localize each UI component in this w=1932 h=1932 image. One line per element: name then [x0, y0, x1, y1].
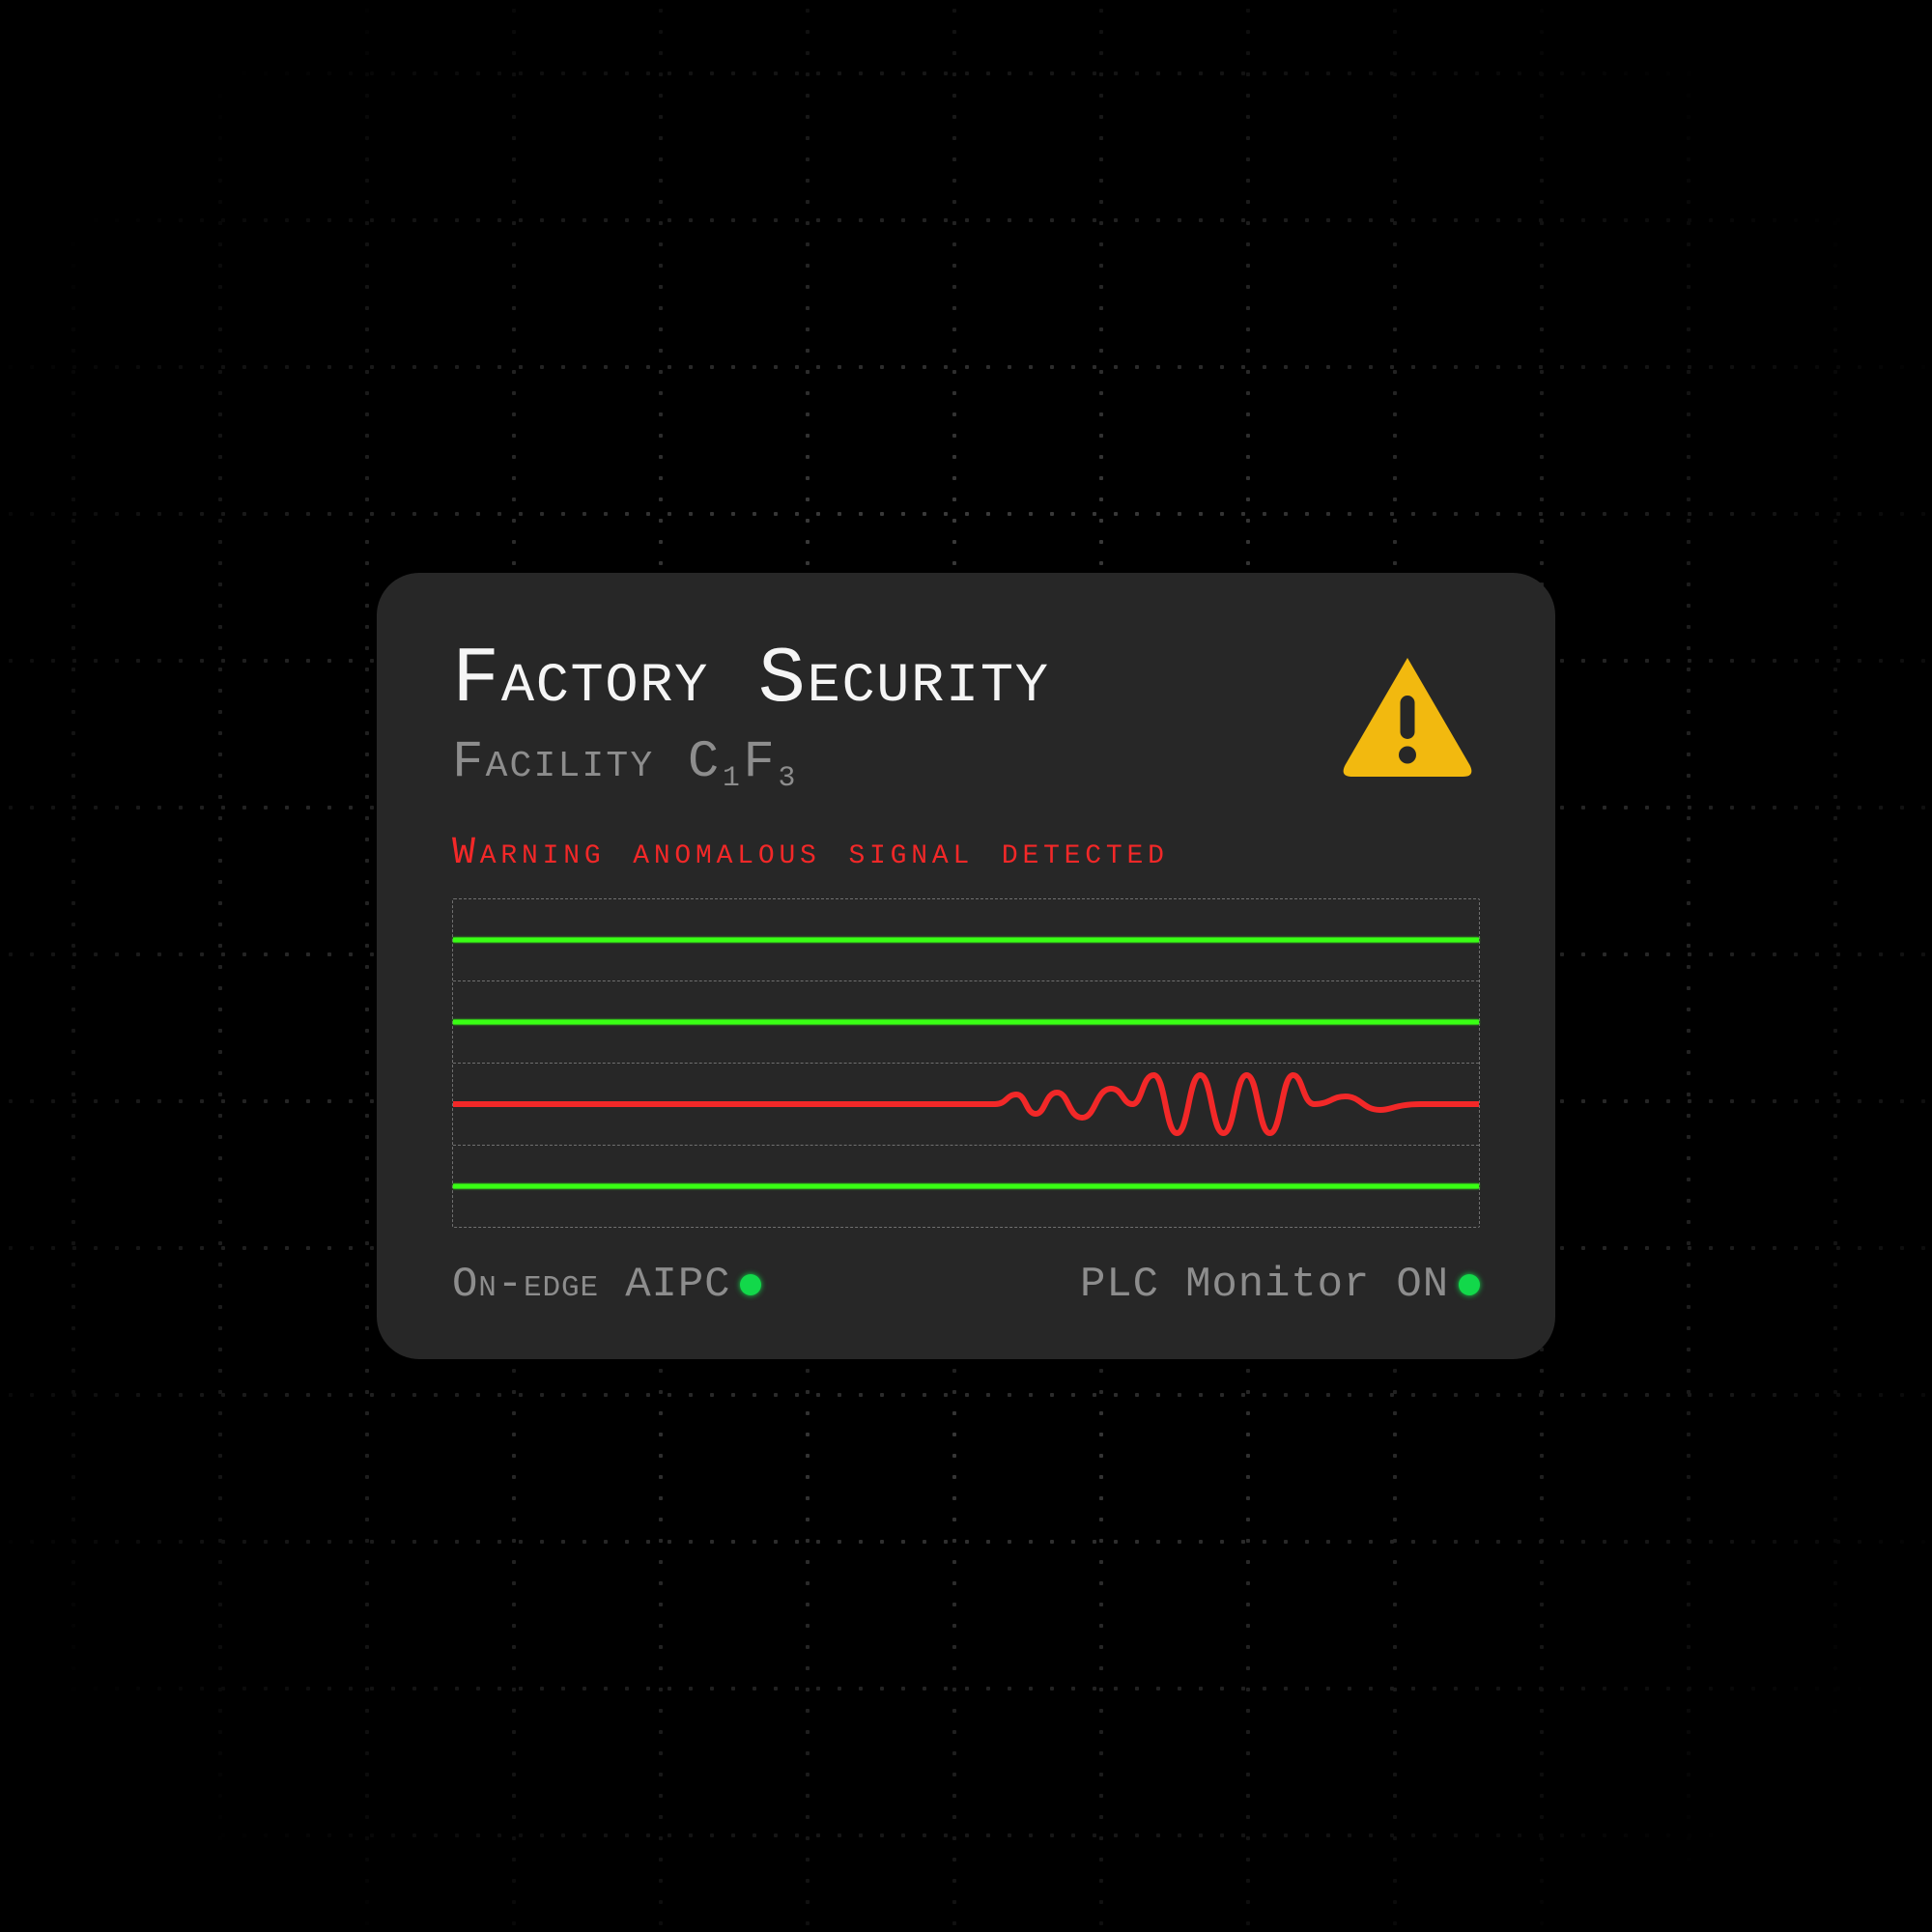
- signal-row-ch2: [453, 981, 1479, 1064]
- card-header: Factory Security Facility C1F3: [452, 640, 1480, 791]
- status-aipc: On-edge AIPC: [452, 1261, 761, 1309]
- signal-monitor: [452, 898, 1480, 1228]
- status-bar: On-edge AIPC PLC Monitor ON: [452, 1261, 1480, 1309]
- signal-trace-normal: [453, 1184, 1479, 1189]
- status-dot-icon: [740, 1274, 761, 1295]
- status-plc: PLC Monitor ON: [1080, 1261, 1480, 1309]
- signal-row-ch4: [453, 1146, 1479, 1227]
- signal-row-ch3: [453, 1064, 1479, 1146]
- signal-trace-anomaly: [453, 1064, 1479, 1145]
- signal-row-ch1: [453, 899, 1479, 981]
- status-dot-icon: [1459, 1274, 1480, 1295]
- status-plc-label: PLC Monitor ON: [1080, 1261, 1449, 1309]
- facility-label: Facility C1F3: [452, 737, 1050, 789]
- card-title: Factory Security: [452, 640, 1050, 720]
- status-aipc-label: On-edge AIPC: [452, 1261, 730, 1309]
- security-alert-card: Factory Security Facility C1F3 Warning a…: [377, 573, 1555, 1359]
- warning-triangle-icon: [1335, 646, 1480, 791]
- signal-trace-normal: [453, 1020, 1479, 1025]
- signal-trace-normal: [453, 938, 1479, 943]
- warning-message: Warning anomalous signal detected: [452, 832, 1480, 875]
- title-block: Factory Security Facility C1F3: [452, 640, 1050, 789]
